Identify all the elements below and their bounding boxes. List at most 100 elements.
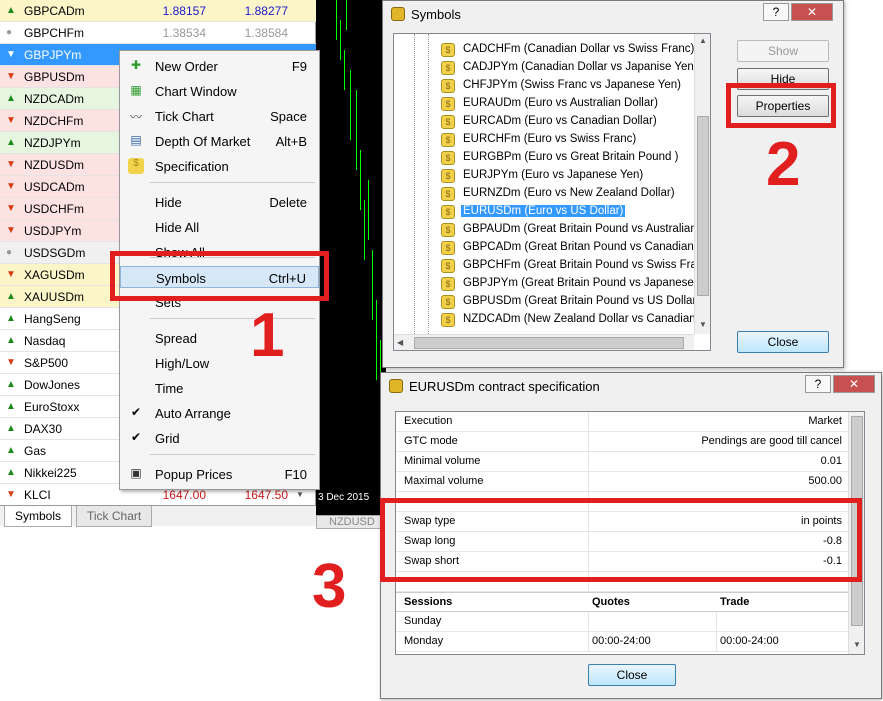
market-watch-tabs: Symbols Tick Chart [0,505,316,527]
help-button[interactable]: ? [805,375,831,393]
scroll-thumb[interactable] [697,116,709,296]
menu-item-shortcut: Alt+B [275,134,307,149]
symbols-window-titlebar[interactable]: Symbols ? ✕ [383,1,843,27]
tree-item-description: (Canadian Dollar vs Japanise Yen) [521,61,698,73]
tree-horizontal-scrollbar[interactable]: ◀ [394,334,694,350]
scroll-up-arrow[interactable]: ▲ [699,36,707,45]
tree-item-description: (Euro vs New Zealand Dollar) [523,187,675,199]
tree-item[interactable]: $ GBPCADm (Great Britan Pound vs Canadian… [441,239,710,257]
tree-item-symbol: GBPCHFm [463,259,521,271]
tree-item-symbol: GBPJPYm [463,277,518,289]
chart-candle [340,20,341,60]
symbols-tree[interactable]: $ CADCHFm (Canadian Dollar vs Swiss Franc… [393,33,711,351]
annotation-number-3: 3 [312,552,347,621]
spec-row: Maximal volume 500.00 [396,472,850,492]
tree-item-description: (Great Britain Pound vs Swiss Franc) [523,259,711,271]
chart-candle [346,0,347,30]
market-watch-row[interactable]: ● GBPCHFm 1.38534 1.38584 [0,22,316,44]
tree-item-label: EURUSDm (Euro vs US Dollar) [461,205,626,217]
chart-tab[interactable]: NZDUSD [316,515,386,529]
menu-item-label: Spread [155,331,197,346]
tree-item[interactable]: $ NZDCADm (New Zealand Dollar vs Canadian… [441,311,710,329]
menu-item-new-order[interactable]: ✚ New Order F9 [120,55,319,77]
menu-item-shortcut: F10 [284,467,307,482]
symbol-coin-icon: $ [441,223,455,237]
tab-symbols[interactable]: Symbols [4,506,73,527]
close-window-button[interactable]: ✕ [833,375,875,393]
chart-candle [364,200,365,260]
show-button[interactable]: Show [737,40,829,62]
tree-item-symbol: CADJPYm [463,61,518,73]
bid-price: 1647.00 [162,488,206,502]
menu-separator [150,182,315,183]
tree-item-symbol: EURGBPm [463,151,522,163]
market-watch-row[interactable]: ▲ GBPCADm 1.88157 1.88277 [0,0,316,22]
close-window-button[interactable]: ✕ [791,3,833,21]
menu-item-hide[interactable]: Hide Delete [120,191,319,213]
menu-item-time[interactable]: Time [120,377,319,399]
menu-item-chart-window[interactable]: ▦ Chart Window [120,80,319,102]
tree-item-description: (Euro vs US Dollar) [524,205,624,217]
menu-item-high-low[interactable]: High/Low [120,352,319,374]
tree-item[interactable]: $ CHFJPYm (Swiss Franc vs Japanese Yen) [441,77,703,95]
tree-item[interactable]: $ EURUSDm (Euro vs US Dollar) [441,203,703,221]
symbol-coin-icon: $ [441,151,455,165]
tree-item[interactable]: $ EURJPYm (Euro vs Japanese Yen) [441,167,703,185]
tree-item[interactable]: $ CADJPYm (Canadian Dollar vs Japanise Ye… [441,59,703,77]
menu-item-shortcut: Space [270,109,307,124]
menu-item-grid[interactable]: ✔ Grid [120,427,319,449]
tree-item[interactable]: $ EURAUDm (Euro vs Australian Dollar) [441,95,703,113]
annotation-box-swap [380,498,862,582]
menu-item-popup-prices[interactable]: ▣ Popup Prices F10 [120,463,319,485]
arrow-down-icon: ▼ [6,489,16,500]
symbol-name: XAUUSDm [24,290,85,304]
help-button[interactable]: ? [763,3,789,21]
tree-item[interactable]: $ EURGBPm (Euro vs Great Britain Pound ) [441,149,703,167]
scroll-down-arrow[interactable]: ▼ [853,640,861,649]
tree-item-description: (Euro vs Australian Dollar) [524,97,658,109]
menu-item-label: Hide [155,195,182,210]
scroll-down-arrow[interactable]: ▼ [699,320,707,329]
tree-item-symbol: GBPAUDm [463,223,521,235]
tree-item[interactable]: $ GBPUSDm (Great Britain Pound vs US Doll… [441,293,703,311]
bid-price: 1.38534 [162,26,206,40]
spec-window-titlebar[interactable]: EURUSDm contract specification ? ✕ [381,373,881,399]
symbol-name: USDCHFm [24,202,84,216]
menu-item-specification[interactable]: $ Specification [120,155,319,177]
tree-item[interactable]: $ CADCHFm (Canadian Dollar vs Swiss Franc… [441,41,703,59]
tree-item-label: GBPJPYm (Great Britain Pound vs Japanese… [461,277,710,289]
tree-item[interactable]: $ GBPCHFm (Great Britain Pound vs Swiss F… [441,257,710,275]
tree-item-symbol: GBPUSDm [463,295,522,307]
spec-key: Maximal volume [404,475,484,487]
column-divider [716,612,717,632]
menu-item-shortcut: F9 [291,59,307,74]
symbol-coin-icon: $ [441,241,455,255]
tree-item[interactable]: $ EURCHFm (Euro vs Swiss Franc) [441,131,703,149]
menu-item-auto-arrange[interactable]: ✔ Auto Arrange [120,402,319,424]
tab-tick-chart[interactable]: Tick Chart [76,506,153,527]
symbol-name: NZDCADm [24,92,84,106]
close-button[interactable]: Close [737,331,829,353]
scroll-left-arrow[interactable]: ◀ [397,338,403,347]
arrow-down-icon: ▼ [6,269,16,280]
tree-item[interactable]: $ EURNZDm (Euro vs New Zealand Dollar) [441,185,703,203]
menu-item-hide-all[interactable]: Hide All [120,216,319,238]
tree-item[interactable]: $ EURCADm (Euro vs Canadian Dollar) [441,113,703,131]
tree-item[interactable]: $ GBPJPYm (Great Britain Pound vs Japanes… [441,275,710,293]
tree-vertical-scrollbar[interactable]: ▲ ▼ [694,34,710,334]
tree-item-label: CADJPYm (Canadian Dollar vs Japanise Yen… [461,61,700,73]
symbol-name: NZDJPYm [24,136,81,150]
tree-item-description: (Euro vs Great Britain Pound ) [524,151,679,163]
symbol-name: EuroStoxx [24,400,80,414]
dropdown-caret-icon[interactable]: ▼ [296,490,304,499]
menu-item-label: Hide All [155,220,200,235]
symbol-name: GBPCADm [24,4,85,18]
popup-prices-icon: ▣ [130,466,142,480]
tree-item[interactable]: $ GBPAUDm (Great Britain Pound vs Austral… [441,221,710,239]
spec-close-button[interactable]: Close [588,664,676,686]
menu-item-depth-of-market[interactable]: ▤ Depth Of Market Alt+B [120,130,319,152]
scroll-h-thumb[interactable] [414,337,684,349]
menu-item-tick-chart[interactable]: 〰 Tick Chart Space [120,105,319,127]
menu-item-spread[interactable]: Spread [120,327,319,349]
arrow-up-icon: ▲ [6,93,16,104]
